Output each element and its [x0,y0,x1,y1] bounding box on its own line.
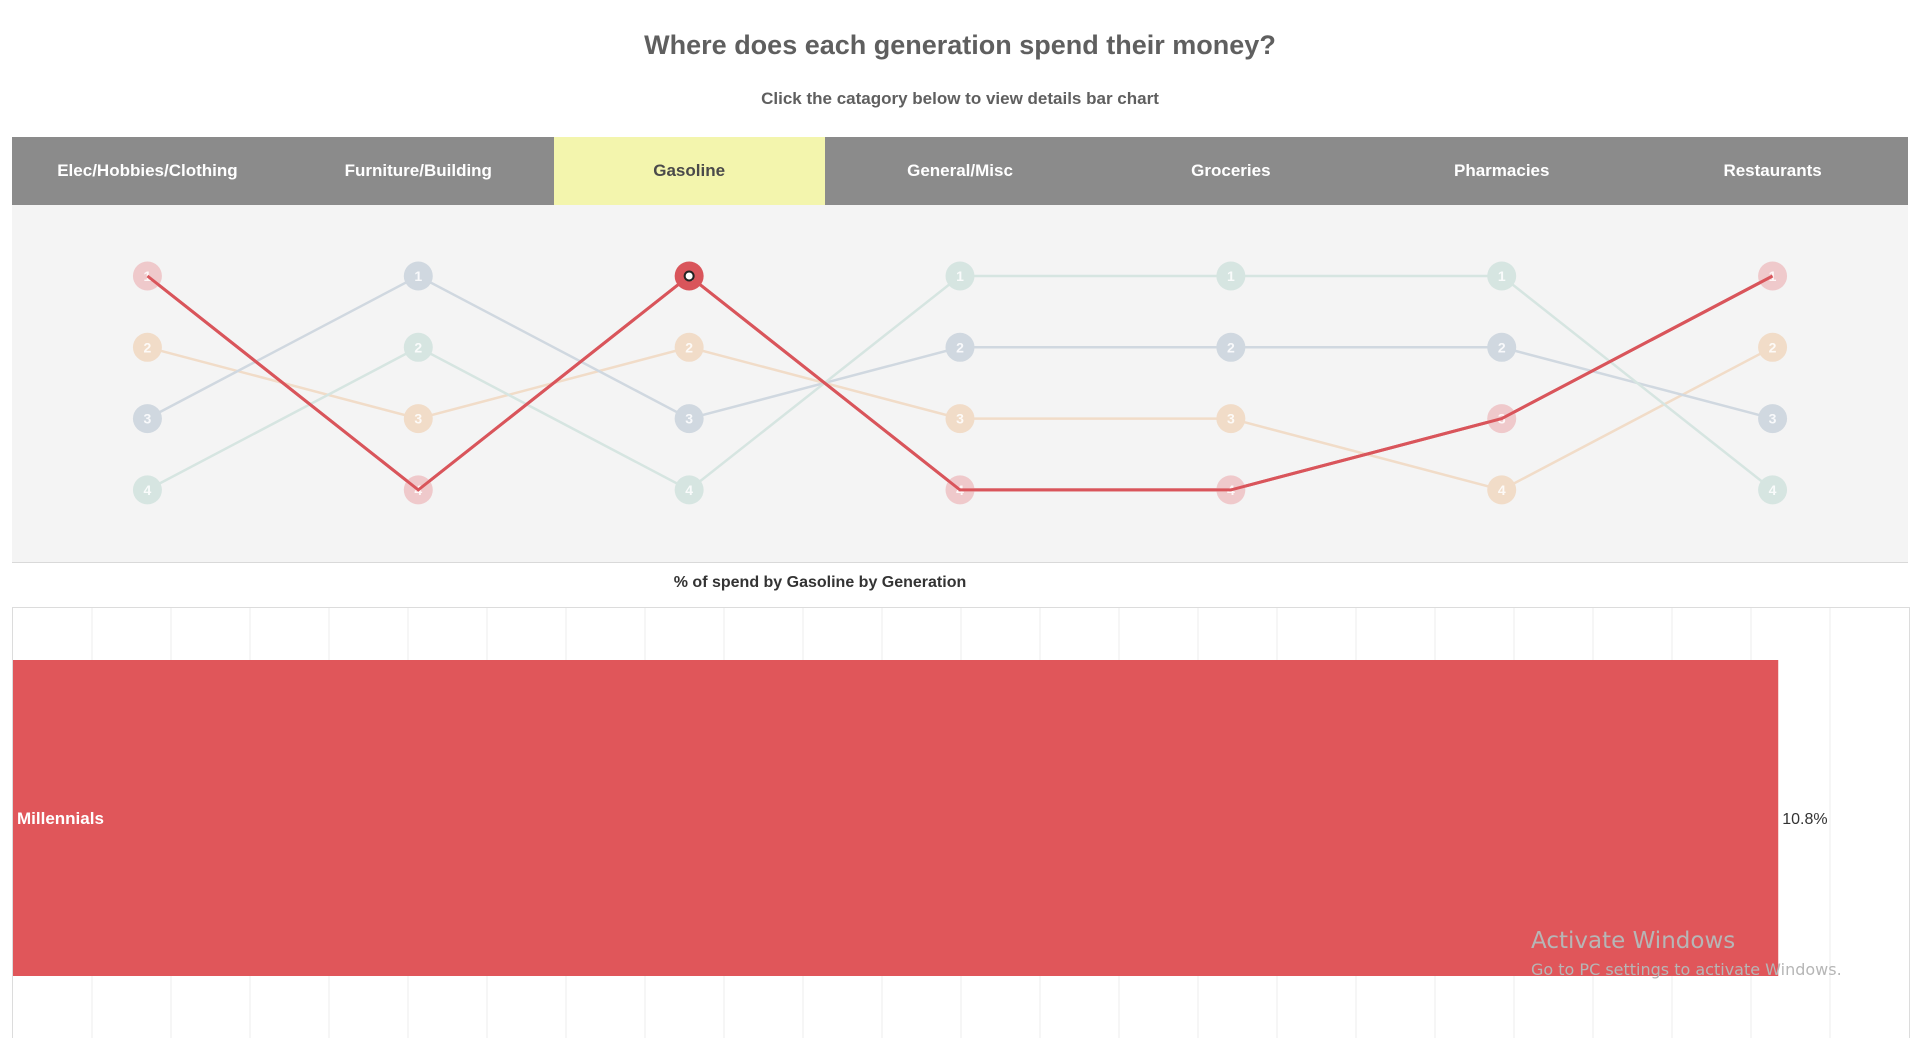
rank-marker-label: 4 [144,482,152,498]
tab-elec-hobbies-clothing[interactable]: Elec/Hobbies/Clothing [12,137,283,205]
rank-marker[interactable]: 3 [1216,404,1246,434]
bump-line-series-1 [146,274,1774,492]
watermark-subtitle: Go to PC settings to activate Windows. [1531,960,1842,979]
tab-restaurants[interactable]: Restaurants [1637,137,1908,205]
tab-general-misc[interactable]: General/Misc [825,137,1096,205]
rank-marker-label: 3 [956,411,964,427]
rank-marker-label: 2 [685,339,693,355]
rank-marker-label: 3 [685,411,693,427]
rank-marker[interactable]: 2 [945,332,975,362]
rank-marker-label: 2 [1498,339,1506,355]
page-title: Where does each generation spend their m… [644,30,1276,60]
bump-line-highlighted [146,274,1774,492]
rank-marker[interactable]: 4 [132,475,162,505]
rank-marker[interactable]: 2 [1487,332,1517,362]
tab-furniture-building[interactable]: Furniture/Building [283,137,554,205]
tab-groceries[interactable]: Groceries [1095,137,1366,205]
rank-marker-label: 3 [414,411,422,427]
rank-marker[interactable]: 4 [1487,475,1517,505]
rank-marker-label: 4 [1769,482,1777,498]
bar-millennials[interactable] [13,660,1779,976]
rank-marker-label: 3 [144,411,152,427]
bar-chart-title: % of spend by Gasoline by Generation [673,574,967,591]
rank-marker[interactable]: 2 [1216,332,1246,362]
rank-marker[interactable]: 4 [674,475,704,505]
tab-gasoline[interactable]: Gasoline [553,137,825,205]
bar-category-label: Millennials [17,809,104,828]
rank-marker-label: 2 [414,339,422,355]
rank-marker[interactable]: 4 [1758,475,1788,505]
rank-marker[interactable]: 1 [945,261,975,291]
rank-marker-label: 1 [956,268,964,284]
rank-marker[interactable]: 3 [403,404,433,434]
bar-value-label: 10.8% [1782,811,1827,828]
rank-bump-chart: 1414431232334231322234241114 [132,261,1788,505]
rank-marker[interactable]: 2 [674,332,704,362]
rank-marker[interactable]: 3 [132,404,162,434]
rank-marker-label: 2 [144,339,152,355]
rank-marker-label: 4 [1498,482,1506,498]
rank-marker-label: 3 [1769,411,1777,427]
rank-marker[interactable]: 2 [1758,332,1788,362]
rank-marker[interactable]: 1 [1487,261,1517,291]
watermark-title: Activate Windows [1531,928,1736,954]
rank-marker[interactable]: 3 [674,404,704,434]
rank-marker-label: 2 [956,339,964,355]
rank-marker-label: 2 [1769,339,1777,355]
rank-marker-label: 1 [1498,268,1506,284]
selected-point-marker [683,270,695,282]
rank-marker[interactable]: 1 [403,261,433,291]
rank-marker[interactable]: 2 [403,332,433,362]
rank-marker-label: 1 [1227,268,1235,284]
rank-marker[interactable]: 3 [945,404,975,434]
rank-marker[interactable]: 1 [1216,261,1246,291]
rank-marker-label: 2 [1227,339,1235,355]
tab-pharmacies[interactable]: Pharmacies [1366,137,1637,205]
category-tab-bar: Elec/Hobbies/Clothing Furniture/Building G… [12,137,1908,205]
rank-marker-label: 1 [414,268,422,284]
page-subtitle: Click the catagory below to view details… [761,89,1159,108]
rank-marker[interactable]: 2 [132,332,162,362]
bump-line-series-4 [146,274,1774,492]
rank-marker-label: 3 [1227,411,1235,427]
rank-marker-label: 4 [685,482,693,498]
activate-windows-watermark: Activate Windows Go to PC settings to ac… [1531,928,1842,979]
rank-marker[interactable]: 3 [1758,404,1788,434]
rank-bump-chart-area: 1414431232334231322234241114 [12,205,1908,563]
